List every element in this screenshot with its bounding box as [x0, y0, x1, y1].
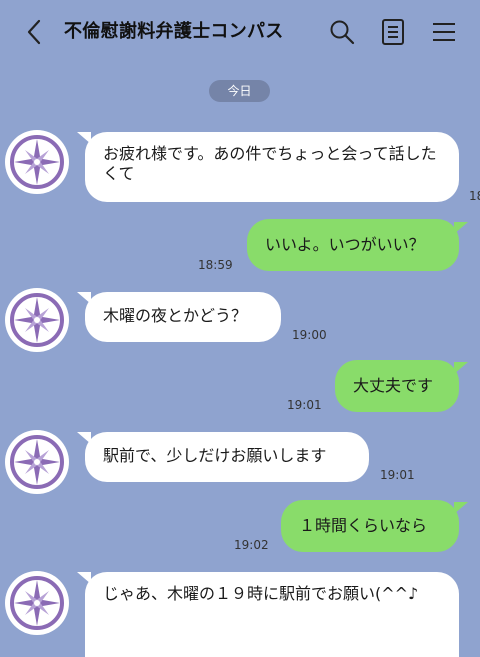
- menu-icon[interactable]: [430, 18, 458, 46]
- compass-logo-icon: [7, 573, 67, 633]
- chevron-left-icon[interactable]: [22, 18, 46, 46]
- chat-title: 不倫慰謝料弁護士コンパス: [64, 21, 284, 42]
- avatar[interactable]: [5, 288, 69, 352]
- bubble-tail: [454, 222, 468, 234]
- avatar[interactable]: [5, 430, 69, 494]
- message-bubble-received[interactable]: 駅前で、少しだけお願いします: [85, 432, 369, 482]
- message-bubble-sent[interactable]: いいよ。いつがいい？: [247, 219, 459, 271]
- bubble-tail: [454, 502, 468, 514]
- message-bubble-received[interactable]: 木曜の夜とかどう？: [85, 292, 281, 342]
- compass-logo-icon: [7, 432, 67, 492]
- search-icon[interactable]: [328, 18, 356, 46]
- message-time: 19:01: [287, 398, 322, 412]
- message-bubble-sent[interactable]: １時間くらいなら: [281, 500, 459, 552]
- message-time: 18:59: [198, 258, 233, 272]
- message-time: 19:02: [234, 538, 269, 552]
- avatar[interactable]: [5, 130, 69, 194]
- compass-logo-icon: [7, 290, 67, 350]
- message-bubble-received[interactable]: お疲れ様です。あの件でちょっと会って話したくて: [85, 132, 459, 202]
- message-time: 19:01: [380, 468, 415, 482]
- chat-header: 不倫慰謝料弁護士コンパス: [0, 0, 480, 64]
- date-separator: 今日: [209, 80, 270, 102]
- message-bubble-sent[interactable]: 大丈夫です: [335, 360, 459, 412]
- compass-logo-icon: [7, 132, 67, 192]
- notes-icon[interactable]: [379, 18, 407, 46]
- avatar[interactable]: [5, 571, 69, 635]
- message-time: 19:00: [292, 328, 327, 342]
- message-time: 18: [469, 189, 480, 203]
- message-bubble-received[interactable]: じゃあ、木曜の１９時に駅前でお願い(^^♪: [85, 572, 459, 657]
- bubble-tail: [454, 362, 468, 374]
